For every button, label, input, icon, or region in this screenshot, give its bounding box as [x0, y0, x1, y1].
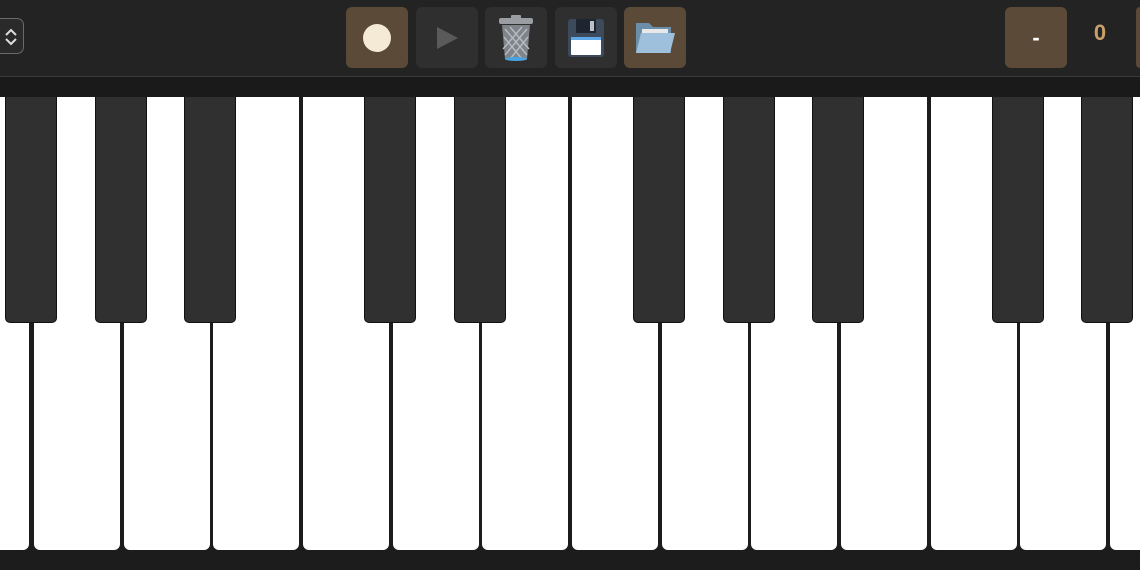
- transpose-down-button[interactable]: -: [1005, 7, 1067, 68]
- black-key[interactable]: [364, 97, 416, 323]
- record-button[interactable]: [346, 7, 408, 68]
- black-key[interactable]: [5, 97, 57, 323]
- floppy-disk-icon: [568, 18, 604, 57]
- keyboard-top-rail: [0, 77, 1140, 97]
- clear-button[interactable]: [485, 7, 547, 68]
- updown-chevron-icon: [5, 28, 17, 46]
- record-icon: [363, 23, 391, 52]
- trash-icon: [499, 14, 533, 61]
- toolbar: - 0: [0, 0, 1140, 77]
- play-button[interactable]: [416, 7, 478, 68]
- black-key[interactable]: [454, 97, 506, 323]
- transpose-up-button[interactable]: [1136, 7, 1140, 68]
- play-icon: [437, 26, 458, 49]
- transpose-value: 0: [1093, 20, 1107, 45]
- open-button[interactable]: [624, 7, 686, 68]
- piano-app: - 0: [0, 0, 1140, 570]
- black-key[interactable]: [184, 97, 236, 323]
- piano-keyboard: [0, 97, 1140, 552]
- black-key[interactable]: [633, 97, 685, 323]
- black-key[interactable]: [95, 97, 147, 323]
- save-button[interactable]: [555, 7, 617, 68]
- black-key[interactable]: [812, 97, 864, 323]
- folder-icon: [636, 22, 675, 53]
- black-key[interactable]: [992, 97, 1044, 323]
- black-key[interactable]: [1081, 97, 1133, 323]
- black-key[interactable]: [723, 97, 775, 323]
- instrument-select[interactable]: [0, 18, 24, 54]
- transpose-down-label: -: [1032, 24, 1040, 50]
- keyboard-bottom-rail: [0, 552, 1140, 570]
